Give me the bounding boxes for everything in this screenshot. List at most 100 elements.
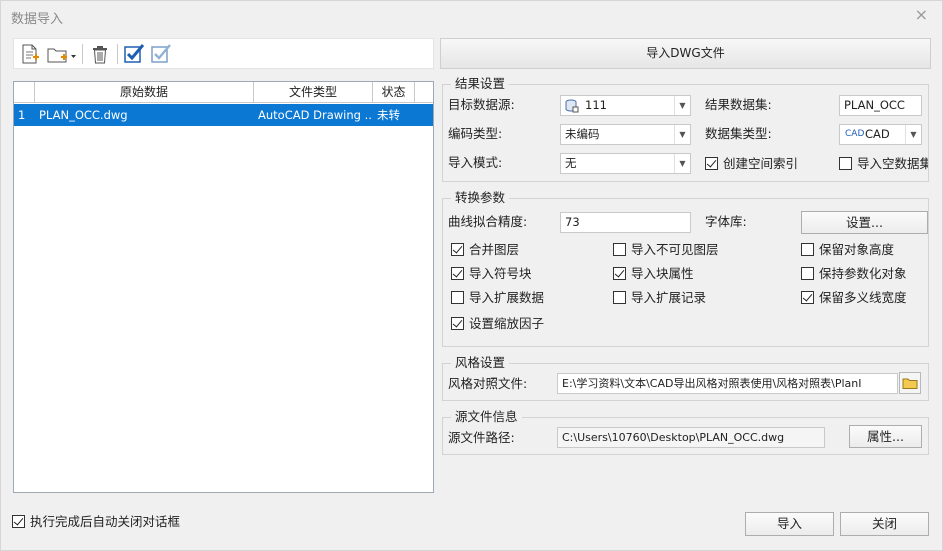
checkbox-box[interactable] bbox=[451, 267, 464, 280]
dataset-type-value: CAD bbox=[865, 127, 890, 141]
create-spatial-index-label: 创建空间索引 bbox=[723, 156, 799, 171]
properties-button[interactable]: 属性... bbox=[849, 425, 922, 448]
import-mode-label: 导入模式: bbox=[448, 155, 503, 170]
new-file-icon[interactable] bbox=[18, 42, 42, 66]
import-block-attributes-checkbox[interactable]: 导入块属性 bbox=[613, 266, 694, 282]
import-extended-data-checkbox[interactable]: 导入扩展数据 bbox=[451, 290, 544, 306]
row-index: 1 bbox=[18, 108, 26, 122]
checkbox-label: 导入符号块 bbox=[469, 266, 532, 281]
target-datasource-select[interactable]: 111 ▼ bbox=[560, 95, 691, 116]
import-invisible-layers-checkbox[interactable]: 导入不可见图层 bbox=[613, 242, 719, 258]
source-file-cell[interactable]: PLAN_OCC.dwg bbox=[35, 104, 254, 126]
import-extended-records-checkbox[interactable]: 导入扩展记录 bbox=[613, 290, 706, 306]
checkbox-label: 保留对象高度 bbox=[819, 242, 895, 257]
create-spatial-index-checkbox[interactable]: 创建空间索引 bbox=[705, 156, 798, 172]
checkbox-box[interactable] bbox=[839, 157, 852, 170]
source-path-label: 源文件路径: bbox=[448, 430, 515, 445]
close-button[interactable]: 关闭 bbox=[840, 512, 929, 536]
checkbox-label: 导入不可见图层 bbox=[631, 242, 719, 257]
dialog-title: 数据导入 bbox=[11, 12, 64, 27]
curve-precision-label: 曲线拟合精度: bbox=[448, 214, 528, 229]
encode-type-value: 未编码 bbox=[565, 127, 600, 141]
select-inverse-icon[interactable] bbox=[149, 42, 173, 66]
title-bar: 数据导入 × bbox=[1, 1, 942, 31]
keep-object-height-checkbox[interactable]: 保留对象高度 bbox=[801, 242, 894, 258]
group-title: 转换参数 bbox=[451, 190, 510, 206]
import-symbol-blocks-checkbox[interactable]: 导入符号块 bbox=[451, 266, 532, 282]
auto-close-label: 执行完成后自动关闭对话框 bbox=[30, 514, 181, 529]
checkbox-box[interactable] bbox=[451, 243, 464, 256]
set-scale-factor-checkbox[interactable]: 设置缩放因子 bbox=[451, 316, 544, 332]
checkbox-box[interactable] bbox=[801, 243, 814, 256]
table-row[interactable]: 1 PLAN_OCC.dwg AutoCAD Drawing ... 未转 bbox=[14, 104, 433, 126]
font-library-label: 字体库: bbox=[705, 214, 747, 229]
group-title: 源文件信息 bbox=[451, 409, 522, 425]
checkbox-label: 导入扩展数据 bbox=[469, 290, 545, 305]
toolbar-separator bbox=[82, 44, 83, 64]
toolbar bbox=[13, 38, 434, 69]
encode-type-label: 编码类型: bbox=[448, 126, 503, 141]
checkbox-box[interactable] bbox=[451, 317, 464, 330]
group-title: 风格设置 bbox=[451, 355, 510, 371]
checkbox-label: 保留多义线宽度 bbox=[819, 290, 907, 305]
keep-polyline-width-checkbox[interactable]: 保留多义线宽度 bbox=[801, 290, 907, 306]
close-icon[interactable]: × bbox=[915, 6, 928, 24]
import-dwg-button[interactable]: 导入DWG文件 bbox=[440, 38, 931, 69]
import-empty-dataset-label: 导入空数据集 bbox=[857, 156, 928, 171]
target-datasource-label: 目标数据源: bbox=[448, 97, 515, 112]
status-cell[interactable]: 未转 bbox=[373, 104, 415, 126]
encode-type-select[interactable]: 未编码 ▼ bbox=[560, 124, 691, 145]
column-header-type[interactable]: 文件类型 bbox=[254, 82, 373, 103]
source-file-info-group: 源文件信息 源文件路径: C:\Users\10760\Desktop\PLAN… bbox=[442, 409, 929, 455]
checkbox-box[interactable] bbox=[12, 515, 25, 528]
import-mode-select[interactable]: 无 ▼ bbox=[560, 153, 691, 174]
checkbox-box[interactable] bbox=[801, 267, 814, 280]
column-header-status[interactable]: 状态 bbox=[373, 82, 415, 103]
checkbox-label: 设置缩放因子 bbox=[469, 316, 545, 331]
delete-icon[interactable] bbox=[88, 42, 112, 66]
target-datasource-value: 111 bbox=[585, 98, 607, 112]
source-path-input[interactable]: C:\Users\10760\Desktop\PLAN_OCC.dwg bbox=[557, 427, 825, 448]
import-empty-dataset-checkbox[interactable]: 导入空数据集 bbox=[839, 156, 928, 172]
checkbox-box[interactable] bbox=[613, 291, 626, 304]
checkbox-label: 导入块属性 bbox=[631, 266, 694, 281]
auto-close-checkbox[interactable]: 执行完成后自动关闭对话框 bbox=[12, 514, 180, 530]
group-title: 结果设置 bbox=[451, 76, 510, 92]
result-settings-group: 结果设置 目标数据源: 111 ▼ 结果数据集: PLAN_OCC 编码类型: … bbox=[442, 76, 929, 182]
cad-icon: CAD bbox=[845, 129, 865, 139]
checkbox-box[interactable] bbox=[705, 157, 718, 170]
checkbox-box[interactable] bbox=[613, 267, 626, 280]
dataset-type-label: 数据集类型: bbox=[705, 126, 772, 141]
file-grid: 原始数据 文件类型 状态 1 PLAN_OCC.dwg AutoCAD Draw… bbox=[13, 81, 434, 493]
curve-precision-input[interactable]: 73 bbox=[560, 212, 691, 233]
checkbox-label: 保持参数化对象 bbox=[819, 266, 907, 281]
chevron-down-icon[interactable]: ▼ bbox=[674, 154, 690, 173]
import-button[interactable]: 导入 bbox=[745, 512, 834, 536]
dataset-type-select[interactable]: CAD CAD ▼ bbox=[839, 124, 922, 145]
file-type-cell[interactable]: AutoCAD Drawing ... bbox=[254, 104, 373, 126]
folder-icon bbox=[902, 378, 918, 389]
merge-layers-checkbox[interactable]: 合并图层 bbox=[451, 242, 519, 258]
row-number-header bbox=[14, 82, 35, 103]
open-folder-icon[interactable] bbox=[45, 42, 77, 66]
conversion-params-group: 转换参数 曲线拟合精度: 73 字体库: 设置... 合并图层 导入不可见图层 … bbox=[442, 190, 929, 347]
result-dataset-input[interactable]: PLAN_OCC bbox=[839, 95, 922, 116]
checkbox-box[interactable] bbox=[801, 291, 814, 304]
checkbox-label: 导入扩展记录 bbox=[631, 290, 707, 305]
chevron-down-icon[interactable]: ▼ bbox=[674, 96, 690, 115]
style-map-file-input[interactable]: E:\学习资料\文本\CAD导出风格对照表使用\风格对照表\PlanI bbox=[557, 373, 898, 394]
import-mode-value: 无 bbox=[565, 156, 577, 170]
toolbar-separator bbox=[117, 44, 118, 64]
data-import-dialog: 数据导入 × 导入DWG文件 原始数据 文件类型 状态 1 PLAN_OCC.d… bbox=[0, 0, 943, 551]
chevron-down-icon[interactable]: ▼ bbox=[674, 125, 690, 144]
keep-parametric-objects-checkbox[interactable]: 保持参数化对象 bbox=[801, 266, 907, 282]
chevron-down-icon[interactable]: ▼ bbox=[905, 125, 921, 144]
style-map-file-label: 风格对照文件: bbox=[448, 376, 528, 391]
browse-folder-button[interactable] bbox=[899, 372, 921, 394]
select-all-icon[interactable] bbox=[122, 42, 146, 66]
checkbox-box[interactable] bbox=[613, 243, 626, 256]
checkbox-box[interactable] bbox=[451, 291, 464, 304]
style-settings-group: 风格设置 风格对照文件: E:\学习资料\文本\CAD导出风格对照表使用\风格对… bbox=[442, 355, 929, 401]
font-settings-button[interactable]: 设置... bbox=[801, 211, 928, 234]
column-header-source[interactable]: 原始数据 bbox=[35, 82, 254, 103]
